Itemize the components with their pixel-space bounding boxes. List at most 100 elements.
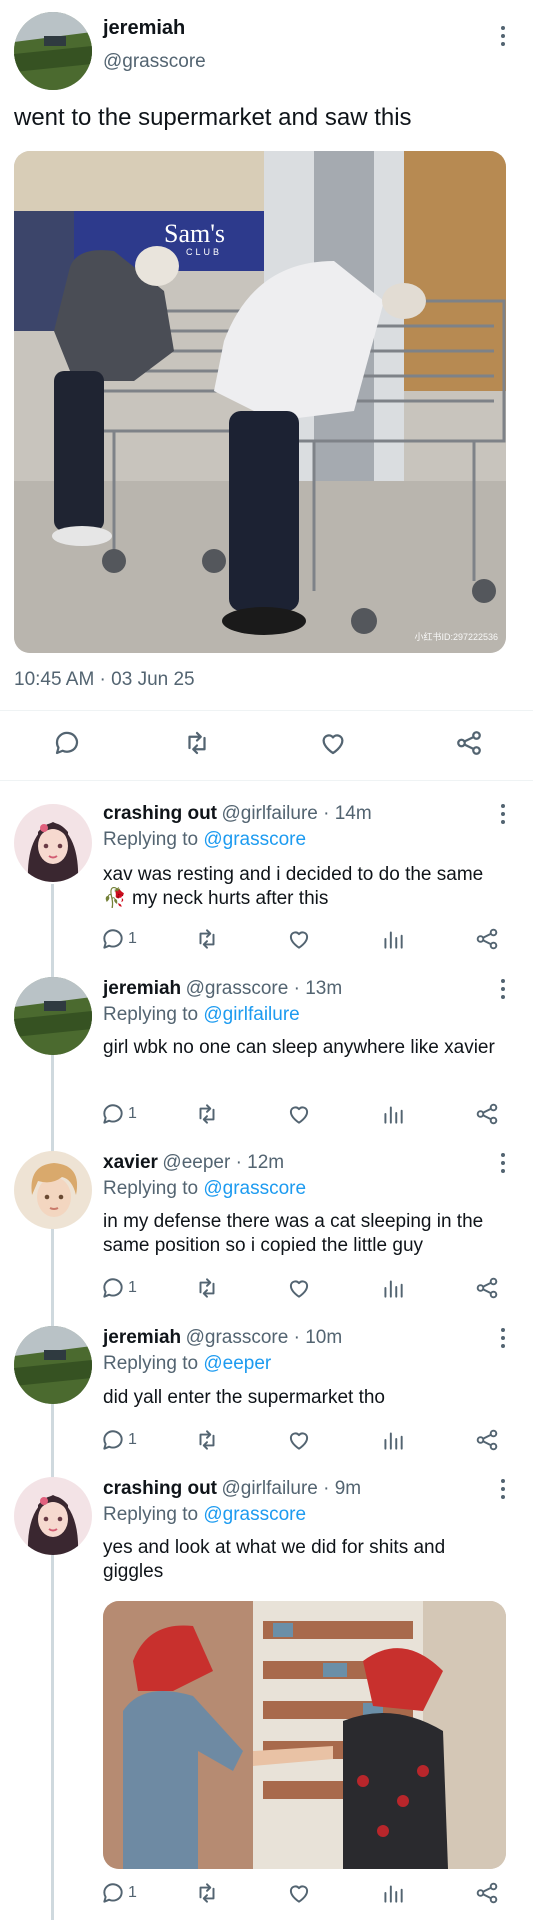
replying-to-link[interactable]: @girlfailure — [203, 1004, 299, 1025]
reply-action-bar: 1 — [100, 1880, 510, 1906]
more-icon[interactable] — [500, 1328, 506, 1354]
share-icon[interactable] — [454, 728, 484, 758]
retweet-icon[interactable] — [194, 1275, 220, 1301]
reply-meta: @grasscore · 13m — [185, 978, 343, 999]
author-avatar[interactable] — [14, 12, 92, 90]
reply-avatar[interactable] — [14, 977, 92, 1055]
author-handle[interactable]: @grasscore — [103, 51, 206, 73]
reply-action-bar: 1 — [100, 1275, 510, 1301]
reply-text: in my defense there was a cat sleeping i… — [103, 1211, 484, 1256]
reply-header: jeremiah @grasscore · 13m — [103, 978, 342, 1000]
views-icon[interactable] — [380, 926, 406, 952]
share-icon[interactable] — [474, 1275, 500, 1301]
share-icon[interactable] — [474, 926, 500, 952]
reply-avatar[interactable] — [14, 1151, 92, 1229]
avatar-image — [14, 1477, 92, 1555]
sign-sub: CLUB — [186, 247, 223, 257]
reply-meta: @girlfailure · 9m — [221, 1478, 362, 1499]
reply-avatar[interactable] — [14, 1477, 92, 1555]
photo-content — [103, 1601, 506, 1869]
retweet-icon[interactable] — [194, 1427, 220, 1453]
views-icon[interactable] — [380, 1427, 406, 1453]
replying-prefix: Replying to — [103, 829, 204, 850]
replying-to: Replying to @grasscore — [103, 1504, 306, 1526]
retweet-icon[interactable] — [182, 728, 212, 758]
reply-avatar[interactable] — [14, 1326, 92, 1404]
reply-header: xavier @eeper · 12m — [103, 1152, 284, 1174]
photo-content — [14, 151, 506, 653]
tweet-photo[interactable]: Sam's CLUB 小红书ID:297222536 — [14, 151, 506, 653]
like-icon[interactable] — [286, 926, 312, 952]
views-icon[interactable] — [380, 1101, 406, 1127]
more-icon[interactable] — [500, 979, 506, 1005]
photo-sign: Sam's CLUB — [164, 219, 226, 258]
more-icon[interactable] — [500, 1153, 506, 1179]
reply-icon — [100, 1427, 126, 1453]
avatar-image — [14, 12, 92, 90]
replying-to-link[interactable]: @grasscore — [203, 829, 306, 850]
more-icon[interactable] — [500, 1479, 506, 1505]
divider — [0, 710, 533, 711]
reply-count: 1 — [128, 1431, 137, 1448]
more-icon[interactable] — [500, 26, 506, 52]
like-icon[interactable] — [286, 1880, 312, 1906]
replying-prefix: Replying to — [103, 1178, 204, 1199]
reply-count: 1 — [128, 1884, 137, 1901]
reply-header: crashing out @girlfailure · 9m — [103, 1478, 361, 1500]
reply-header: jeremiah @grasscore · 10m — [103, 1327, 342, 1349]
reply-icon — [100, 1880, 126, 1906]
author-name[interactable]: jeremiah — [103, 17, 185, 40]
like-icon[interactable] — [286, 1427, 312, 1453]
share-icon[interactable] — [474, 1880, 500, 1906]
reply-author-name[interactable]: xavier — [103, 1152, 158, 1173]
main-action-bar — [0, 726, 533, 762]
reply-action-bar: 1 — [100, 926, 510, 952]
reply-button[interactable]: 1 — [100, 1275, 137, 1301]
replying-to-link[interactable]: @grasscore — [203, 1178, 306, 1199]
reply-text-main: xav was resting and i decided to do the … — [103, 864, 484, 885]
tweet-timestamp[interactable]: 10:45 AM · 03 Jun 25 — [14, 669, 195, 691]
avatar-image — [14, 804, 92, 882]
reply-icon[interactable] — [52, 728, 82, 758]
reply-button[interactable]: 1 — [100, 1101, 137, 1127]
retweet-icon[interactable] — [194, 1101, 220, 1127]
reply-text: did yall enter the supermarket tho — [103, 1387, 385, 1408]
reply-author-name[interactable]: jeremiah — [103, 1327, 181, 1348]
retweet-icon[interactable] — [194, 926, 220, 952]
reply-button[interactable]: 1 — [100, 1427, 137, 1453]
reply-count: 1 — [128, 930, 137, 947]
reply-button[interactable]: 1 — [100, 926, 137, 952]
more-icon[interactable] — [500, 804, 506, 830]
share-icon[interactable] — [474, 1427, 500, 1453]
like-icon[interactable] — [318, 728, 348, 758]
reply-action-bar: 1 — [100, 1101, 510, 1127]
avatar-image — [14, 1151, 92, 1229]
like-icon[interactable] — [286, 1101, 312, 1127]
reply-icon — [100, 1101, 126, 1127]
reply-photo[interactable] — [103, 1601, 506, 1869]
like-icon[interactable] — [286, 1275, 312, 1301]
replying-to: Replying to @eeper — [103, 1353, 271, 1375]
reply-button[interactable]: 1 — [100, 1880, 137, 1906]
reply-meta: @girlfailure · 14m — [221, 803, 372, 824]
replying-to-link[interactable]: @grasscore — [203, 1504, 306, 1525]
share-icon[interactable] — [474, 1101, 500, 1127]
tweet-text: went to the supermarket and saw this — [14, 104, 412, 131]
sign-text: Sam's — [164, 219, 226, 248]
views-icon[interactable] — [380, 1880, 406, 1906]
reply-action-bar: 1 — [100, 1427, 510, 1453]
reply-text-tail: my neck hurts after this — [126, 888, 329, 909]
reply-author-name[interactable]: crashing out — [103, 1478, 217, 1499]
replying-to-link[interactable]: @eeper — [203, 1353, 271, 1374]
reply-author-name[interactable]: crashing out — [103, 803, 217, 824]
reply-icon — [100, 1275, 126, 1301]
reply-count: 1 — [128, 1279, 137, 1296]
replying-prefix: Replying to — [103, 1504, 204, 1525]
retweet-icon[interactable] — [194, 1880, 220, 1906]
reply-avatar[interactable] — [14, 804, 92, 882]
replying-prefix: Replying to — [103, 1004, 204, 1025]
reply-author-name[interactable]: jeremiah — [103, 978, 181, 999]
views-icon[interactable] — [380, 1275, 406, 1301]
rose-emoji: 🥀 — [103, 888, 127, 909]
photo-watermark: 小红书ID:297222536 — [414, 632, 498, 642]
